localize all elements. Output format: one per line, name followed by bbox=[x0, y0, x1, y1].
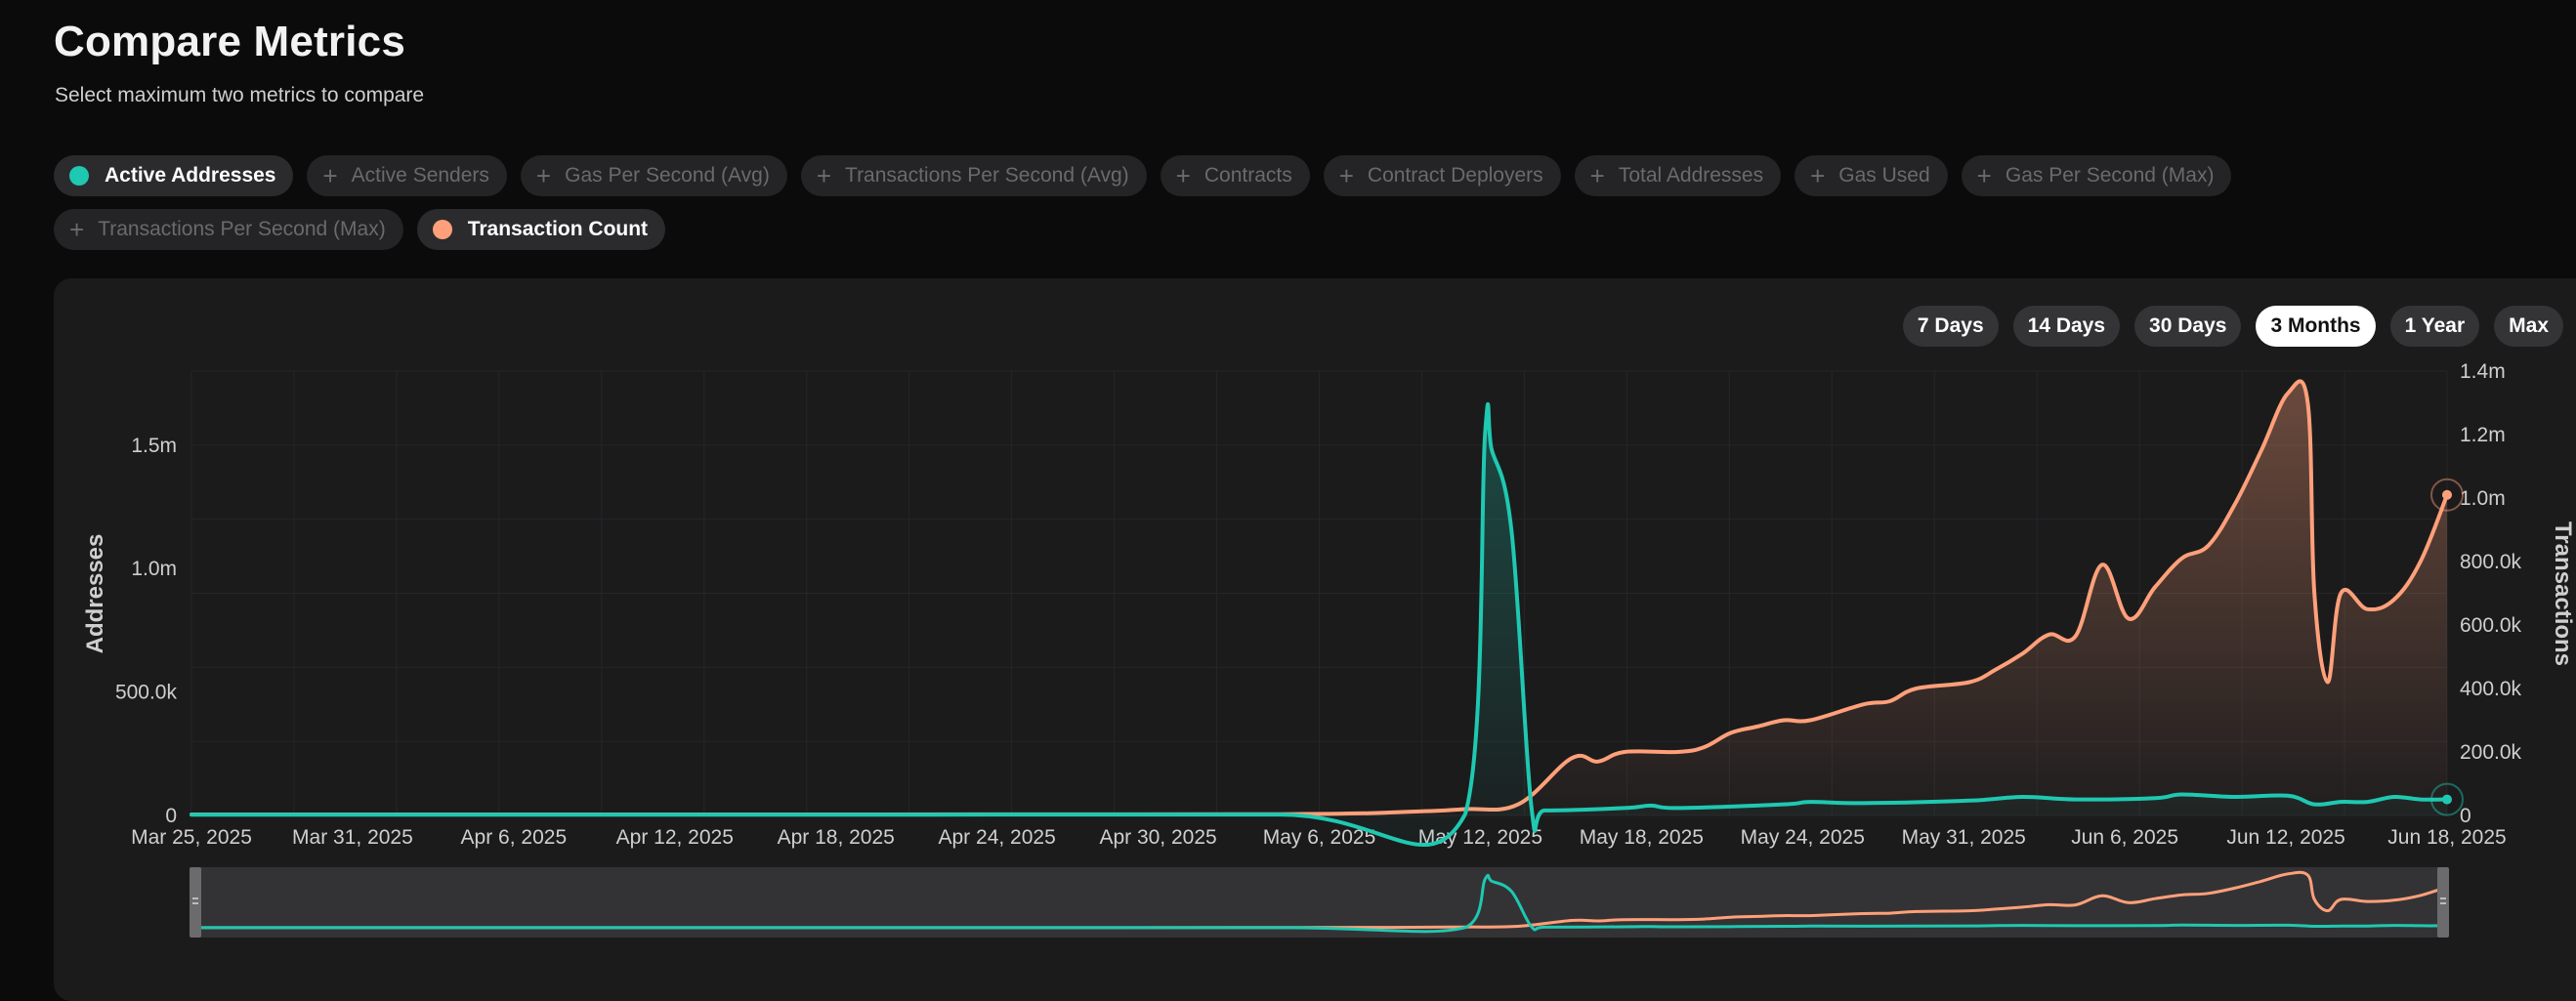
x-axis-tick: Apr 12, 2025 bbox=[616, 826, 734, 849]
x-axis-tick: Jun 12, 2025 bbox=[2226, 826, 2344, 849]
x-axis-tick: May 31, 2025 bbox=[1902, 826, 2026, 849]
x-axis-tick: Apr 18, 2025 bbox=[778, 826, 895, 849]
comparison-chart[interactable]: 0 500.0k 1.0m 1.5m 0 200.0k 400.0k 600.0k 800.0k… bbox=[0, 0, 2576, 985]
right-axis-tick: 800.0k bbox=[2460, 551, 2522, 573]
x-axis-tick: Apr 6, 2025 bbox=[461, 826, 568, 849]
right-axis-tick: 1.2m bbox=[2460, 424, 2506, 446]
series-end-point bbox=[2442, 489, 2452, 500]
right-axis-tick: 1.0m bbox=[2460, 487, 2506, 510]
right-axis-tick: 400.0k bbox=[2460, 678, 2522, 700]
left-axis-label: Addresses bbox=[82, 534, 108, 654]
x-axis-tick: Apr 30, 2025 bbox=[1099, 826, 1216, 849]
left-axis-tick: 1.5m bbox=[131, 435, 177, 457]
x-axis-tick: Jun 18, 2025 bbox=[2387, 826, 2506, 849]
right-axis-tick: 0 bbox=[2460, 805, 2471, 827]
x-axis-tick: Apr 24, 2025 bbox=[939, 826, 1056, 849]
x-axis-tick: Mar 25, 2025 bbox=[131, 826, 252, 849]
right-axis-tick: 200.0k bbox=[2460, 741, 2522, 764]
chart-series bbox=[190, 379, 2464, 847]
navigator-right-handle[interactable] bbox=[2437, 867, 2449, 938]
x-axis-tick: Jun 6, 2025 bbox=[2071, 826, 2178, 849]
x-axis-tick: Mar 31, 2025 bbox=[292, 826, 413, 849]
right-axis-tick: 1.4m bbox=[2460, 360, 2506, 383]
left-axis-tick: 0 bbox=[165, 805, 177, 827]
series-end-point bbox=[2442, 794, 2452, 805]
x-axis-tick: May 6, 2025 bbox=[1263, 826, 1376, 849]
left-axis-tick: 1.0m bbox=[131, 558, 177, 580]
range-navigator[interactable] bbox=[190, 867, 2449, 938]
right-axis-tick: 600.0k bbox=[2460, 614, 2522, 637]
navigator-left-handle[interactable] bbox=[190, 867, 201, 938]
x-axis-tick: May 18, 2025 bbox=[1580, 826, 1704, 849]
right-axis-label: Transactions bbox=[2550, 521, 2576, 666]
left-axis-tick: 500.0k bbox=[115, 682, 178, 704]
x-axis-tick: May 24, 2025 bbox=[1741, 826, 1865, 849]
